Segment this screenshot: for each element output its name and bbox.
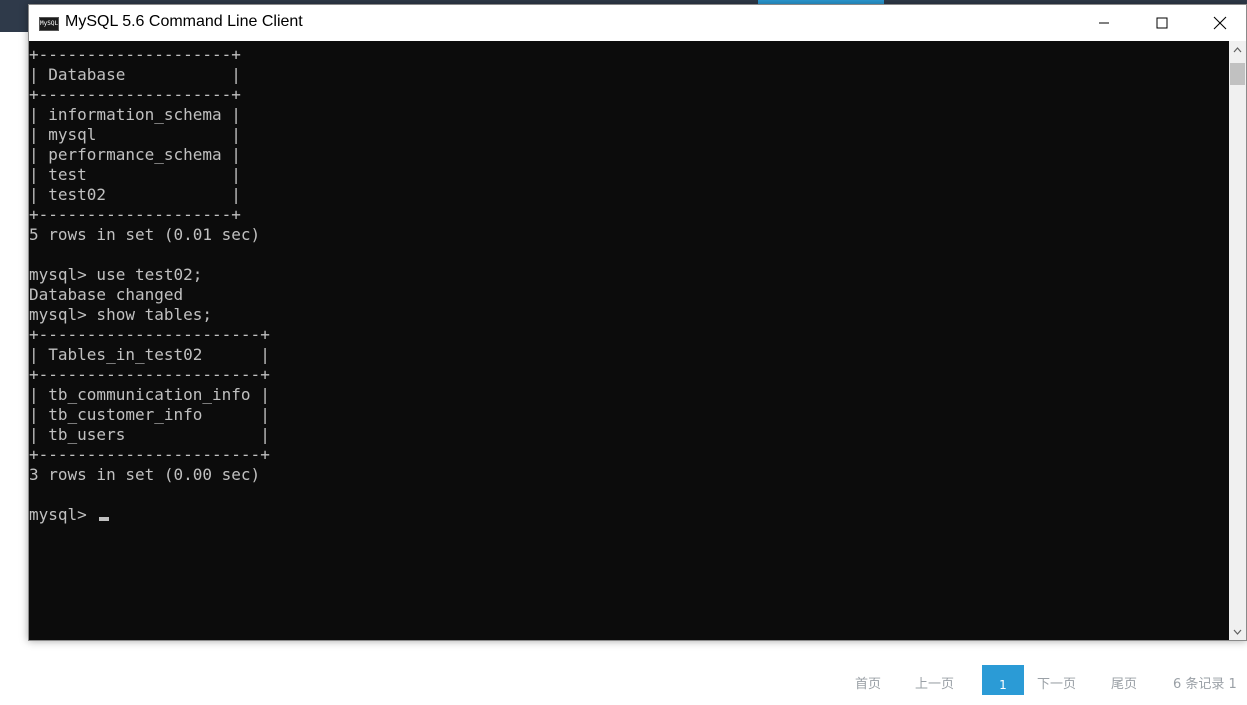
vertical-scrollbar[interactable] (1229, 41, 1246, 640)
background-pagination: 首页 上一页 1 下一页 尾页 6 条记录 1 (0, 655, 1247, 695)
mysql-console-window[interactable]: MySQL MySQL 5.6 Command Line Client +---… (28, 4, 1247, 641)
console-line: 5 rows in set (0.01 sec) (29, 225, 261, 244)
console-line: +-----------------------+ (29, 445, 270, 464)
minimize-icon (1099, 22, 1109, 24)
console-line: +--------------------+ (29, 85, 241, 104)
pager-current-page[interactable]: 1 (982, 665, 1024, 695)
console-line: | Database | (29, 65, 241, 84)
console-line: | mysql | (29, 125, 241, 144)
console-line: mysql> show tables; (29, 305, 213, 324)
scroll-up-button[interactable] (1229, 41, 1246, 58)
console-line: | performance_schema | (29, 145, 241, 164)
pager-next-link[interactable]: 下一页 (1037, 673, 1076, 692)
pager-prev-link[interactable]: 上一页 (915, 673, 954, 692)
console-text: +--------------------+ | Database | +---… (29, 45, 270, 525)
close-button[interactable] (1191, 5, 1247, 41)
console-line: +--------------------+ (29, 45, 241, 64)
mysql-app-icon: MySQL (39, 17, 59, 31)
scrollbar-thumb[interactable] (1230, 63, 1245, 85)
console-line: | test | (29, 165, 241, 184)
console-line: | tb_communication_info | (29, 385, 270, 404)
console-line: 3 rows in set (0.00 sec) (29, 465, 261, 484)
console-line: | tb_users | (29, 425, 270, 444)
pager-record-count: 6 条记录 1 (1173, 677, 1237, 692)
close-icon (1213, 16, 1227, 30)
background-nav-strip (0, 4, 29, 32)
pager-first-link[interactable]: 首页 (855, 673, 881, 692)
minimize-button[interactable] (1075, 5, 1133, 41)
console-line: | tb_customer_info | (29, 405, 270, 424)
scroll-down-button[interactable] (1229, 623, 1246, 640)
console-line: +-----------------------+ (29, 325, 270, 344)
console-line: mysql> use test02; (29, 265, 203, 284)
window-titlebar[interactable]: MySQL MySQL 5.6 Command Line Client (29, 5, 1246, 41)
console-line: | Tables_in_test02 | (29, 345, 270, 364)
pager-last-link[interactable]: 尾页 (1111, 673, 1137, 692)
console-line: | information_schema | (29, 105, 241, 124)
maximize-icon (1156, 17, 1168, 29)
console-output-area[interactable]: +--------------------+ | Database | +---… (29, 41, 1229, 640)
text-cursor (99, 517, 109, 521)
chevron-up-icon (1233, 46, 1242, 52)
maximize-button[interactable] (1133, 5, 1191, 41)
chevron-down-icon (1233, 629, 1242, 635)
console-line: +--------------------+ (29, 205, 241, 224)
console-line: +-----------------------+ (29, 365, 270, 384)
console-line: mysql> (29, 505, 97, 524)
window-title: MySQL 5.6 Command Line Client (65, 13, 303, 30)
console-line: Database changed (29, 285, 184, 304)
console-line: | test02 | (29, 185, 241, 204)
